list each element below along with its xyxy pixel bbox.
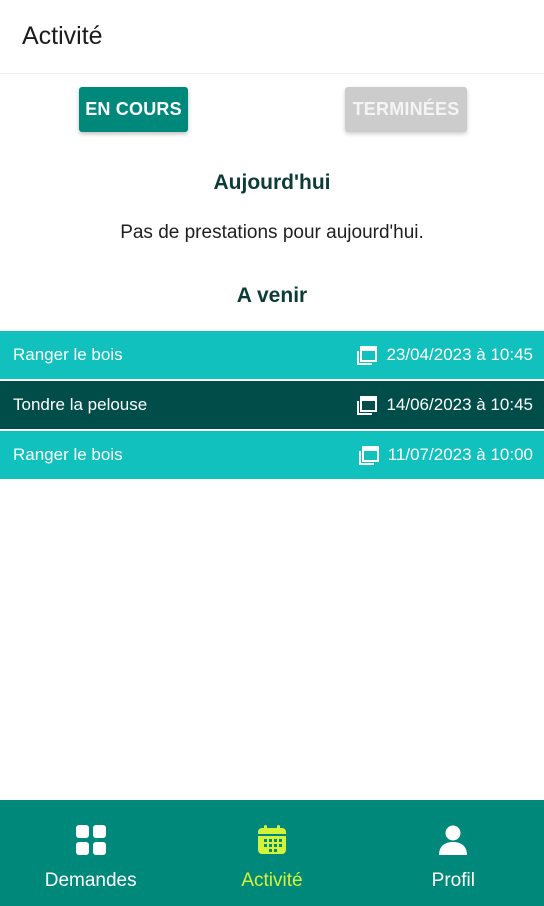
- calendar-icon: [357, 396, 378, 415]
- list-item-label: Tondre la pelouse: [13, 395, 148, 414]
- tab-en-cours[interactable]: EN COURS: [79, 87, 188, 132]
- upcoming-list: Ranger le bois 23/04/2023 à 10:45 Tondre…: [0, 331, 544, 481]
- calendar-icon: [357, 346, 378, 365]
- bottom-navigation: Demandes Activité Profil: [0, 800, 544, 906]
- person-icon: [439, 825, 468, 855]
- nav-item-activite[interactable]: Activité: [181, 800, 362, 906]
- tab-terminees[interactable]: TERMINÉES: [345, 87, 467, 132]
- page-title: Activité: [22, 22, 103, 50]
- list-item-date-wrap: 14/06/2023 à 10:45: [356, 394, 533, 416]
- nav-item-profil[interactable]: Profil: [363, 800, 544, 906]
- nav-label-activite: Activité: [241, 870, 303, 891]
- list-item[interactable]: Ranger le bois 11/07/2023 à 10:00: [0, 431, 544, 479]
- nav-item-demandes[interactable]: Demandes: [0, 800, 181, 906]
- grid-icon: [75, 825, 106, 855]
- list-item-label: Ranger le bois: [13, 345, 123, 364]
- list-item-date: 11/07/2023 à 10:00: [387, 445, 533, 464]
- list-item-date: 14/06/2023 à 10:45: [386, 395, 533, 414]
- list-item-date-wrap: 11/07/2023 à 10:00: [358, 444, 533, 466]
- today-empty-message: Pas de prestations pour aujourd'hui.: [120, 222, 424, 243]
- list-item-date: 23/04/2023 à 10:45: [386, 345, 533, 364]
- list-item[interactable]: Tondre la pelouse 14/06/2023 à 10:45: [0, 381, 544, 429]
- nav-label-profil: Profil: [431, 870, 475, 891]
- today-section-title: Aujourd'hui: [213, 171, 331, 194]
- upcoming-section-title: A venir: [236, 284, 308, 307]
- list-item[interactable]: Ranger le bois 23/04/2023 à 10:45: [0, 331, 544, 379]
- nav-label-demandes: Demandes: [44, 870, 137, 891]
- list-item-label: Ranger le bois: [13, 445, 123, 464]
- calendar-icon: [257, 825, 286, 854]
- app-header: Activité: [0, 0, 544, 74]
- calendar-icon: [358, 446, 379, 465]
- list-item-date-wrap: 23/04/2023 à 10:45: [356, 344, 533, 366]
